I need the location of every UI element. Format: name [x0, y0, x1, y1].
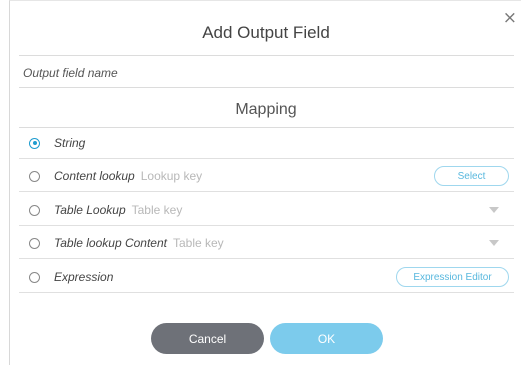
divider [19, 55, 514, 56]
option-label: String [54, 136, 86, 150]
mapping-option-table-lookup[interactable]: Table Lookup Table key [19, 195, 514, 226]
option-label: Table Lookup [54, 203, 126, 217]
ok-button[interactable]: OK [270, 323, 383, 354]
radio-icon[interactable] [29, 237, 40, 249]
radio-icon[interactable] [29, 271, 40, 283]
radio-icon[interactable] [29, 204, 40, 216]
mapping-option-table-lookup-content[interactable]: Table lookup Content Table key [19, 228, 514, 259]
mapping-option-string[interactable]: String [19, 128, 514, 159]
radio-icon[interactable] [29, 170, 40, 182]
table-key-select[interactable]: Table key [173, 236, 224, 250]
option-label: Content lookup [54, 169, 135, 183]
select-button[interactable]: Select [434, 166, 509, 186]
option-label: Expression [54, 270, 114, 284]
mapping-option-content-lookup[interactable]: Content lookup Lookup key Select [19, 161, 514, 192]
table-key-select[interactable]: Table key [132, 203, 183, 217]
dialog-title: Add Output Field [202, 23, 330, 42]
cancel-button[interactable]: Cancel [151, 323, 264, 354]
output-field-name-input[interactable]: Output field name [23, 66, 118, 80]
option-label: Table lookup Content [54, 236, 167, 250]
mapping-option-expression[interactable]: Expression Expression Editor [19, 262, 514, 293]
divider [19, 87, 514, 88]
expression-editor-button[interactable]: Expression Editor [396, 267, 509, 287]
chevron-down-icon[interactable] [489, 240, 499, 246]
lookup-key-input[interactable]: Lookup key [141, 169, 202, 183]
mapping-title: Mapping [235, 101, 297, 118]
chevron-down-icon[interactable] [489, 207, 499, 213]
add-output-field-dialog: × Add Output Field Output field name Map… [9, 0, 521, 365]
radio-selected-icon[interactable] [29, 137, 40, 149]
